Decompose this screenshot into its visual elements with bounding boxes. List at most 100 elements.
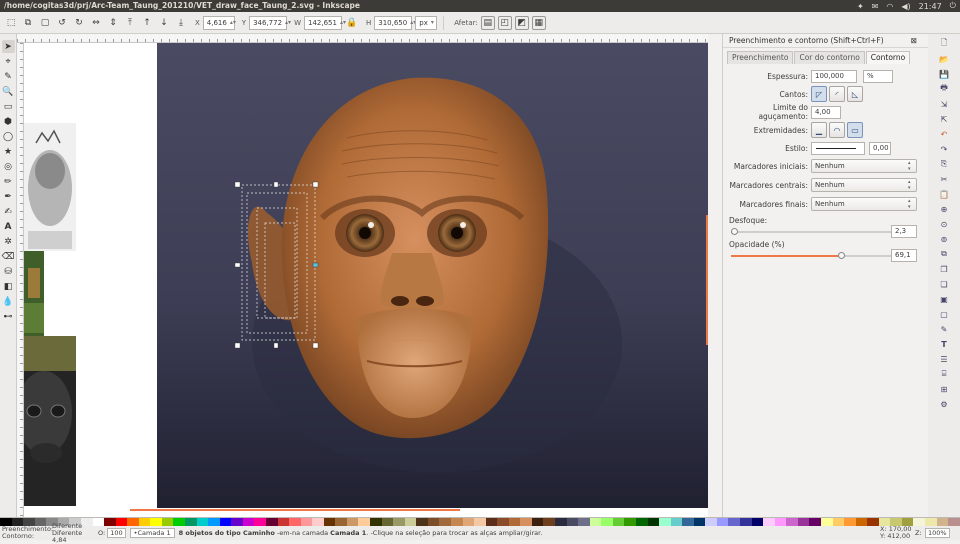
palette-swatch[interactable] [844, 518, 856, 526]
power-icon[interactable]: ⏻ [950, 1, 956, 11]
palette-swatch[interactable] [543, 518, 555, 526]
canvas-artwork[interactable] [157, 43, 708, 508]
pen-tool-icon[interactable]: ✒ [2, 190, 15, 203]
opacity-slider-knob[interactable] [838, 252, 845, 259]
lock-ratio-icon[interactable]: 🔒 [345, 16, 359, 30]
affect-stroke-icon[interactable]: ▤ [480, 15, 495, 30]
flip-vertical-icon[interactable]: ⇕ [106, 16, 120, 30]
fill-stroke-icon[interactable]: ✎ [938, 323, 950, 335]
horizontal-scrollbar[interactable] [130, 509, 460, 511]
duplicate-icon[interactable]: ⧉ [938, 248, 950, 260]
new-icon[interactable]: 🗋 [938, 38, 950, 50]
lower-icon[interactable]: ↓ [157, 16, 171, 30]
palette-swatch[interactable] [555, 518, 567, 526]
w-input[interactable]: 142,651 ▴▾ [304, 15, 346, 30]
palette-swatch[interactable] [127, 518, 139, 526]
round-cap-icon[interactable]: ◠ [829, 122, 845, 138]
palette-swatch[interactable] [786, 518, 798, 526]
palette-swatch[interactable] [323, 518, 336, 526]
palette-swatch[interactable] [751, 518, 764, 526]
square-cap-icon[interactable]: ▭ [847, 122, 863, 138]
palette-swatch[interactable] [404, 518, 417, 526]
palette-swatch[interactable] [705, 518, 717, 526]
palette-swatch[interactable] [497, 518, 509, 526]
calligraphy-tool-icon[interactable]: ✍ [2, 205, 15, 218]
horizontal-ruler[interactable] [17, 34, 708, 43]
palette-swatch[interactable] [219, 518, 232, 526]
zoom-drawing-icon[interactable]: ⊙ [938, 218, 950, 230]
tab-fill[interactable]: Preenchimento [727, 51, 794, 64]
open-icon[interactable]: 📂 [938, 53, 950, 65]
mid-markers-select[interactable]: Nenhum [811, 178, 917, 192]
width-unit-select[interactable]: % [863, 69, 893, 83]
palette-swatch[interactable] [312, 518, 324, 526]
palette-swatch[interactable] [740, 518, 752, 526]
vertical-ruler[interactable] [17, 43, 24, 517]
canvas-white-area[interactable] [24, 43, 157, 517]
palette-swatch[interactable] [474, 518, 486, 526]
palette-swatch[interactable] [173, 518, 185, 526]
palette-swatch[interactable] [254, 518, 266, 526]
butt-cap-icon[interactable]: ▁ [811, 122, 827, 138]
preferences-icon[interactable]: ⚙ [938, 398, 950, 410]
palette-swatch[interactable] [832, 518, 845, 526]
blur-slider-knob[interactable] [731, 228, 738, 235]
volume-icon[interactable]: ◀) [901, 2, 910, 11]
palette-swatch[interactable] [161, 518, 174, 526]
palette-swatch[interactable] [612, 518, 625, 526]
palette-swatch[interactable] [393, 518, 405, 526]
palette-swatch[interactable] [867, 518, 879, 526]
zoom-tool-icon[interactable]: 🔍 [2, 85, 15, 98]
zoom-selection-icon[interactable]: ⊕ [938, 203, 950, 215]
layer-select[interactable]: •Camada 1 [129, 528, 175, 538]
palette-swatch[interactable] [820, 518, 833, 526]
palette-swatch[interactable] [520, 518, 532, 526]
y-spin-icon[interactable]: ▴▾ [285, 17, 291, 29]
dropbox-icon[interactable]: ✦ [857, 2, 864, 11]
palette-swatch[interactable] [566, 518, 579, 526]
node-tool-icon[interactable]: ⌖ [2, 55, 15, 68]
palette-swatch[interactable] [196, 518, 209, 526]
palette-swatch[interactable] [265, 518, 278, 526]
affect-corners-icon[interactable]: ◰ [497, 15, 512, 30]
h-input[interactable]: 310,650 ▴▾ [374, 15, 416, 30]
palette-swatch[interactable] [185, 518, 197, 526]
palette-swatch[interactable] [104, 518, 116, 526]
palette-swatch[interactable] [150, 518, 162, 526]
palette-swatch[interactable] [635, 518, 648, 526]
palette-swatch[interactable] [381, 518, 394, 526]
palette-swatch[interactable] [242, 518, 255, 526]
rotate-ccw-icon[interactable]: ↺ [55, 16, 69, 30]
connector-tool-icon[interactable]: ⊷ [2, 310, 15, 323]
dropper-tool-icon[interactable]: 💧 [2, 295, 15, 308]
palette-swatch[interactable] [450, 518, 463, 526]
affect-pattern-icon[interactable]: ▦ [531, 15, 546, 30]
box3d-tool-icon[interactable]: ⬢ [2, 115, 15, 128]
palette-swatch[interactable] [925, 518, 937, 526]
ungroup-icon[interactable]: ▢ [938, 308, 950, 320]
opacity-status-value[interactable]: 100 [107, 528, 126, 538]
palette-swatch[interactable] [370, 518, 382, 526]
palette-swatch[interactable] [346, 518, 359, 526]
palette-swatch[interactable] [416, 518, 428, 526]
palette-swatch[interactable] [138, 518, 151, 526]
wifi-icon[interactable]: ◠ [886, 2, 893, 11]
palette-swatch[interactable] [855, 518, 868, 526]
clock[interactable]: 21:47 [919, 2, 942, 11]
save-icon[interactable]: 💾 [938, 68, 950, 80]
palette-swatch[interactable] [531, 518, 544, 526]
bucket-tool-icon[interactable]: ⛁ [2, 265, 15, 278]
xml-editor-icon[interactable]: ⌸ [938, 368, 950, 380]
palette-swatch[interactable] [300, 518, 313, 526]
gradient-tool-icon[interactable]: ◧ [2, 280, 15, 293]
cut-icon[interactable]: ✂ [938, 173, 950, 185]
palette-swatch[interactable] [92, 518, 105, 526]
palette-swatch[interactable] [589, 518, 602, 526]
panel-close-icon[interactable]: ⊠ [911, 34, 917, 48]
clone-icon[interactable]: ❐ [938, 263, 950, 275]
palette-swatch[interactable] [693, 518, 706, 526]
undo-icon[interactable]: ↶ [938, 128, 950, 140]
palette-swatch[interactable] [508, 518, 521, 526]
align-icon[interactable]: ⊞ [938, 383, 950, 395]
select-all-layers-icon[interactable]: ⧉ [21, 16, 35, 30]
